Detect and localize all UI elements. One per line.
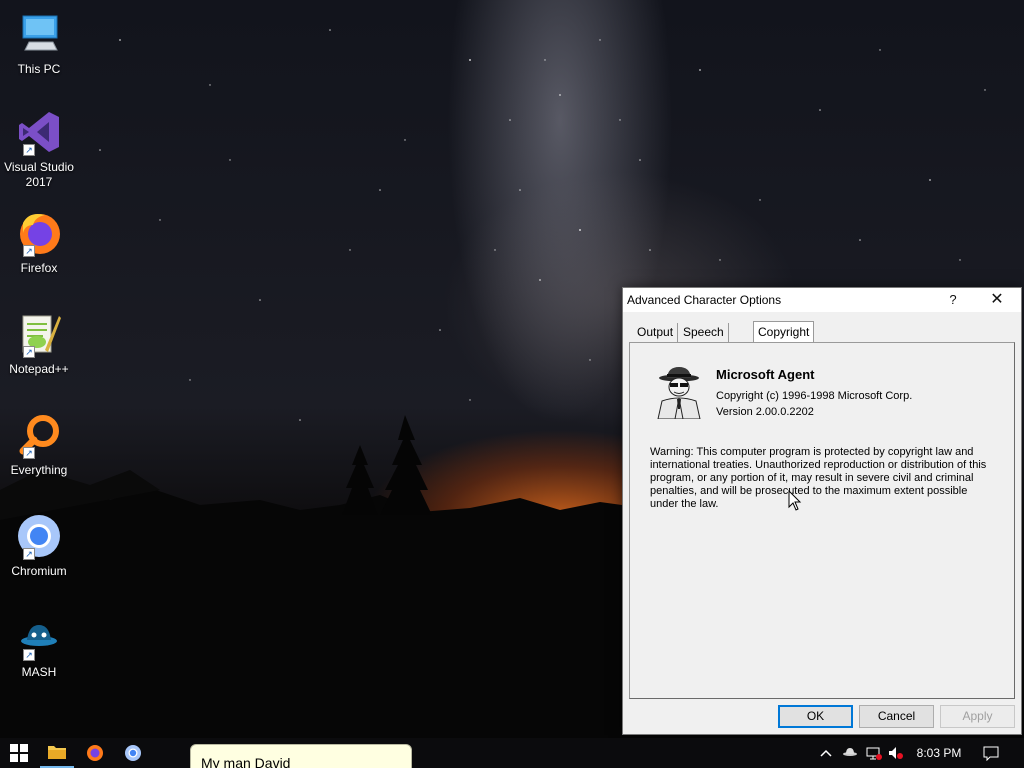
action-center-icon[interactable] xyxy=(983,745,999,761)
dialog-title: Advanced Character Options xyxy=(627,293,782,307)
desktop-icon-visual-studio[interactable]: ↗ Visual Studio 2017 xyxy=(2,108,76,190)
desktop-icon-this-pc[interactable]: This PC xyxy=(2,10,76,77)
desktop-icon-label: Chromium xyxy=(11,564,67,578)
balloon-text: My man David xyxy=(201,755,291,768)
start-button[interactable] xyxy=(0,738,38,768)
desktop-icon-label: Firefox xyxy=(20,261,58,275)
dialog-title-bar[interactable]: Advanced Character Options ? ✕ xyxy=(623,288,1021,312)
help-button[interactable]: ? xyxy=(931,288,975,312)
desktop-icon-label: Notepad++ xyxy=(9,362,69,376)
chromium-icon: ↗ xyxy=(15,512,63,560)
taskbar-clock[interactable]: 8:03 PM xyxy=(910,738,968,768)
warning-text: Warning: This computer program is protec… xyxy=(650,446,987,510)
shortcut-arrow-icon: ↗ xyxy=(23,447,35,459)
version-text: Version 2.00.0.2202 xyxy=(716,406,814,418)
taskbar-file-explorer[interactable] xyxy=(38,738,76,768)
shortcut-arrow-icon: ↗ xyxy=(23,346,35,358)
shortcut-arrow-icon: ↗ xyxy=(23,245,35,257)
windows-start-icon xyxy=(10,744,28,762)
desktop-icon-label: Everything xyxy=(10,463,68,477)
notification-balloon[interactable]: My man David xyxy=(190,744,412,768)
notepadpp-icon: ↗ xyxy=(15,310,63,358)
product-name: Microsoft Agent xyxy=(716,367,815,382)
tab-speech-input[interactable]: Speech Input xyxy=(679,323,729,357)
mash-icon: ↗ xyxy=(15,613,63,661)
ok-button[interactable]: OK xyxy=(778,705,853,728)
desktop-icon-label: MASH xyxy=(21,665,57,679)
apply-button[interactable]: Apply xyxy=(940,705,1015,728)
desktop-icon-everything[interactable]: ↗ Everything xyxy=(2,411,76,478)
file-explorer-icon xyxy=(48,746,66,759)
advanced-character-options-dialog: Advanced Character Options ? ✕ Output Sp… xyxy=(622,287,1022,735)
visual-studio-icon: ↗ xyxy=(15,108,63,156)
desktop-icon-label: This PC xyxy=(17,62,61,76)
firefox-icon: ↗ xyxy=(15,209,63,257)
copyright-tab-panel: Microsoft Agent Copyright (c) 1996-1998 … xyxy=(629,342,1015,699)
chromium-icon xyxy=(125,745,141,761)
chevron-up-icon[interactable] xyxy=(818,745,834,761)
computer-icon xyxy=(15,10,63,58)
shortcut-arrow-icon: ↗ xyxy=(23,649,35,661)
firefox-icon xyxy=(87,745,103,761)
shortcut-arrow-icon: ↗ xyxy=(23,144,35,156)
agent-tray-icon[interactable] xyxy=(842,745,858,761)
tab-copyright[interactable]: Copyright xyxy=(753,321,815,343)
taskbar-firefox[interactable] xyxy=(76,738,114,768)
agent-spy-icon xyxy=(657,367,701,419)
desktop-icon-label: Visual Studio 2017 xyxy=(4,160,74,189)
desktop-icon-notepadpp[interactable]: ↗ Notepad++ xyxy=(2,310,76,377)
everything-search-icon: ↗ xyxy=(15,411,63,459)
desktop-icon-mash[interactable]: ↗ MASH xyxy=(2,613,76,680)
network-icon[interactable] xyxy=(866,745,882,761)
taskbar-chromium[interactable] xyxy=(114,738,152,768)
desktop-icon-chromium[interactable]: ↗ Chromium xyxy=(2,512,76,579)
cancel-button[interactable]: Cancel xyxy=(859,705,934,728)
volume-muted-icon[interactable] xyxy=(888,745,904,761)
mouse-cursor-icon xyxy=(788,490,802,511)
desktop-icon-firefox[interactable]: ↗ Firefox xyxy=(2,209,76,276)
shortcut-arrow-icon: ↗ xyxy=(23,548,35,560)
taskbar: 8:03 PM xyxy=(0,738,1024,768)
tab-output[interactable]: Output xyxy=(633,323,679,343)
close-button[interactable]: ✕ xyxy=(975,288,1019,312)
copyright-text: Copyright (c) 1996-1998 Microsoft Corp. xyxy=(716,390,913,402)
